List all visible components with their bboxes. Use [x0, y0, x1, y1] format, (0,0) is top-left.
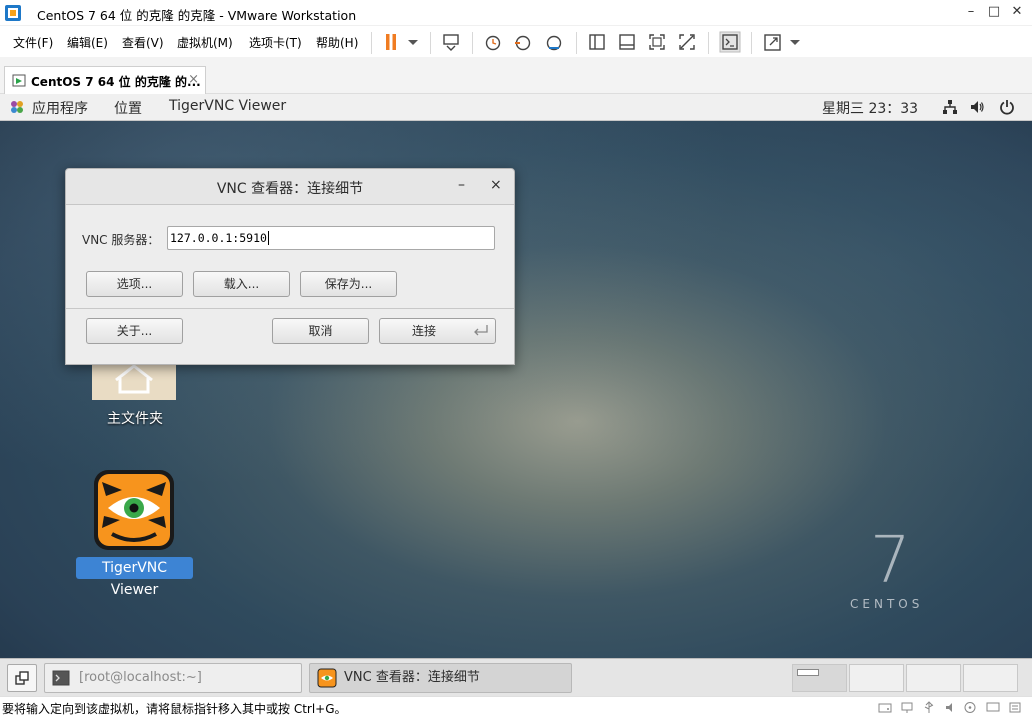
menu-file[interactable]: 文件(F) — [13, 34, 53, 51]
guest-desktop[interactable]: 应用程序 位置 TigerVNC Viewer 星期三 23：33 主文件夹 T… — [0, 94, 1032, 658]
cd-drive-icon[interactable] — [963, 701, 977, 714]
sidebar-view-icon[interactable] — [586, 31, 608, 53]
server-input-value: 127.0.0.1:5910 — [170, 231, 267, 245]
sound-card-icon[interactable] — [944, 701, 958, 714]
guest-taskbar: [root@localhost:~] VNC 查看器：连接细节 — [0, 658, 1032, 696]
vnc-task-label: VNC 查看器：连接细节 — [344, 670, 480, 685]
terminal-task-label: [root@localhost:~] — [79, 670, 202, 685]
toolbar-separator — [751, 32, 752, 54]
tab-centos-vm[interactable]: CentOS 7 64 位 的克隆 的... × — [4, 66, 206, 94]
dialog-title: VNC 查看器：连接细节 — [216, 181, 364, 197]
window-title-bar: CentOS 7 64 位 的克隆 的克隆 - VMware Workstati… — [0, 0, 1032, 26]
tigervnc-small-icon — [317, 668, 337, 688]
about-button[interactable]: 关于... — [86, 318, 183, 344]
vmware-app-icon — [5, 5, 21, 21]
menu-tabs[interactable]: 选项卡(T) — [249, 34, 302, 51]
network-icon[interactable] — [942, 99, 958, 115]
display-icon[interactable] — [986, 701, 1000, 714]
options-button[interactable]: 选项... — [86, 271, 183, 297]
show-desktop-icon — [15, 671, 29, 685]
server-input[interactable]: 127.0.0.1:5910 — [167, 226, 495, 250]
menu-vm[interactable]: 虚拟机(M) — [177, 34, 233, 51]
chevron-down-icon[interactable] — [784, 31, 806, 53]
gnome-foot-icon — [11, 101, 23, 113]
volume-icon[interactable] — [969, 99, 985, 115]
terminal-console-icon[interactable] — [719, 31, 741, 53]
toolbar-separator — [708, 32, 709, 54]
save-as-button[interactable]: 保存为... — [300, 271, 397, 297]
pause-icon[interactable] — [380, 31, 402, 53]
applications-menu[interactable]: 应用程序 — [32, 98, 88, 118]
vnc-connection-dialog: VNC 查看器：连接细节 – × VNC 服务器： 127.0.0.1:5910… — [65, 168, 515, 365]
clock[interactable]: 星期三 23：33 — [822, 98, 918, 118]
dialog-divider — [66, 308, 514, 309]
status-message: 要将输入定向到该虚拟机，请将鼠标指针移入其中或按 Ctrl+G。 — [2, 702, 347, 716]
unity-mode-icon[interactable] — [676, 31, 698, 53]
revert-snapshot-icon[interactable] — [512, 31, 534, 53]
menu-edit[interactable]: 编辑(E) — [67, 34, 108, 51]
dialog-minimize-button[interactable]: – — [458, 177, 465, 193]
workspace-3[interactable] — [906, 664, 961, 692]
enter-key-icon — [474, 325, 488, 336]
stretch-guest-icon[interactable] — [762, 31, 784, 53]
connect-button-label: 连接 — [411, 324, 436, 338]
workspace-4[interactable] — [963, 664, 1018, 692]
workspace-window-thumb — [797, 669, 819, 676]
text-caret — [267, 231, 269, 245]
terminal-task-button[interactable]: [root@localhost:~] — [44, 663, 302, 693]
dialog-header[interactable]: VNC 查看器：连接细节 – × — [66, 169, 514, 205]
snapshot-manager-icon[interactable] — [543, 31, 565, 53]
vmware-status-bar: 要将输入定向到该虚拟机，请将鼠标指针移入其中或按 Ctrl+G。 — [0, 696, 1032, 717]
hard-disk-icon[interactable] — [878, 701, 892, 714]
vm-tab-strip: CentOS 7 64 位 的克隆 的... × — [0, 57, 1032, 94]
centos-logo-word: CENTOS — [850, 597, 924, 611]
toolbar-separator — [472, 32, 473, 54]
load-button[interactable]: 载入... — [193, 271, 290, 297]
window-title: CentOS 7 64 位 的克隆 的克隆 - VMware Workstati… — [37, 8, 357, 23]
send-ctrl-alt-del-icon[interactable] — [440, 31, 462, 53]
toolbar-separator — [576, 32, 577, 54]
workspace-1[interactable] — [792, 664, 847, 692]
network-adapter-icon[interactable] — [900, 701, 914, 714]
centos-logo-number: 7 — [870, 524, 911, 598]
show-desktop-button[interactable] — [7, 664, 37, 692]
connect-button[interactable]: 连接 — [379, 318, 496, 344]
gnome-top-panel: 应用程序 位置 TigerVNC Viewer 星期三 23：33 — [0, 94, 1032, 121]
tab-label: CentOS 7 64 位 的克隆 的... — [31, 75, 201, 89]
console-view-icon[interactable] — [616, 31, 638, 53]
places-menu[interactable]: 位置 — [114, 98, 142, 118]
full-screen-icon[interactable] — [646, 31, 668, 53]
tigervnc-icon[interactable] — [92, 468, 176, 552]
power-icon[interactable] — [999, 99, 1015, 115]
menu-help[interactable]: 帮助(H) — [316, 34, 358, 51]
toolbar-separator — [371, 32, 372, 54]
server-label: VNC 服务器： — [82, 233, 160, 247]
menu-bar: 文件(F) 编辑(E) 查看(V) 虚拟机(M) 选项卡(T) 帮助(H) — [0, 27, 1032, 57]
vnc-task-button[interactable]: VNC 查看器：连接细节 — [309, 663, 572, 693]
active-app-menu[interactable]: TigerVNC Viewer — [169, 98, 286, 114]
vm-tab-icon — [12, 74, 26, 87]
close-window-button[interactable]: ✕ — [1004, 2, 1030, 22]
menu-view[interactable]: 查看(V) — [122, 34, 164, 51]
home-folder-label: 主文件夹 — [107, 411, 163, 427]
chevron-down-icon[interactable] — [402, 31, 424, 53]
snapshot-icon[interactable] — [482, 31, 504, 53]
cancel-button[interactable]: 取消 — [272, 318, 369, 344]
usb-icon[interactable] — [922, 701, 936, 714]
terminal-icon — [52, 670, 70, 686]
message-log-icon[interactable] — [1008, 701, 1022, 714]
tigervnc-label: TigerVNC Viewer — [76, 557, 193, 598]
tab-close-icon[interactable]: × — [188, 72, 199, 87]
dialog-close-button[interactable]: × — [490, 177, 502, 193]
workspace-2[interactable] — [849, 664, 904, 692]
toolbar-separator — [430, 32, 431, 54]
